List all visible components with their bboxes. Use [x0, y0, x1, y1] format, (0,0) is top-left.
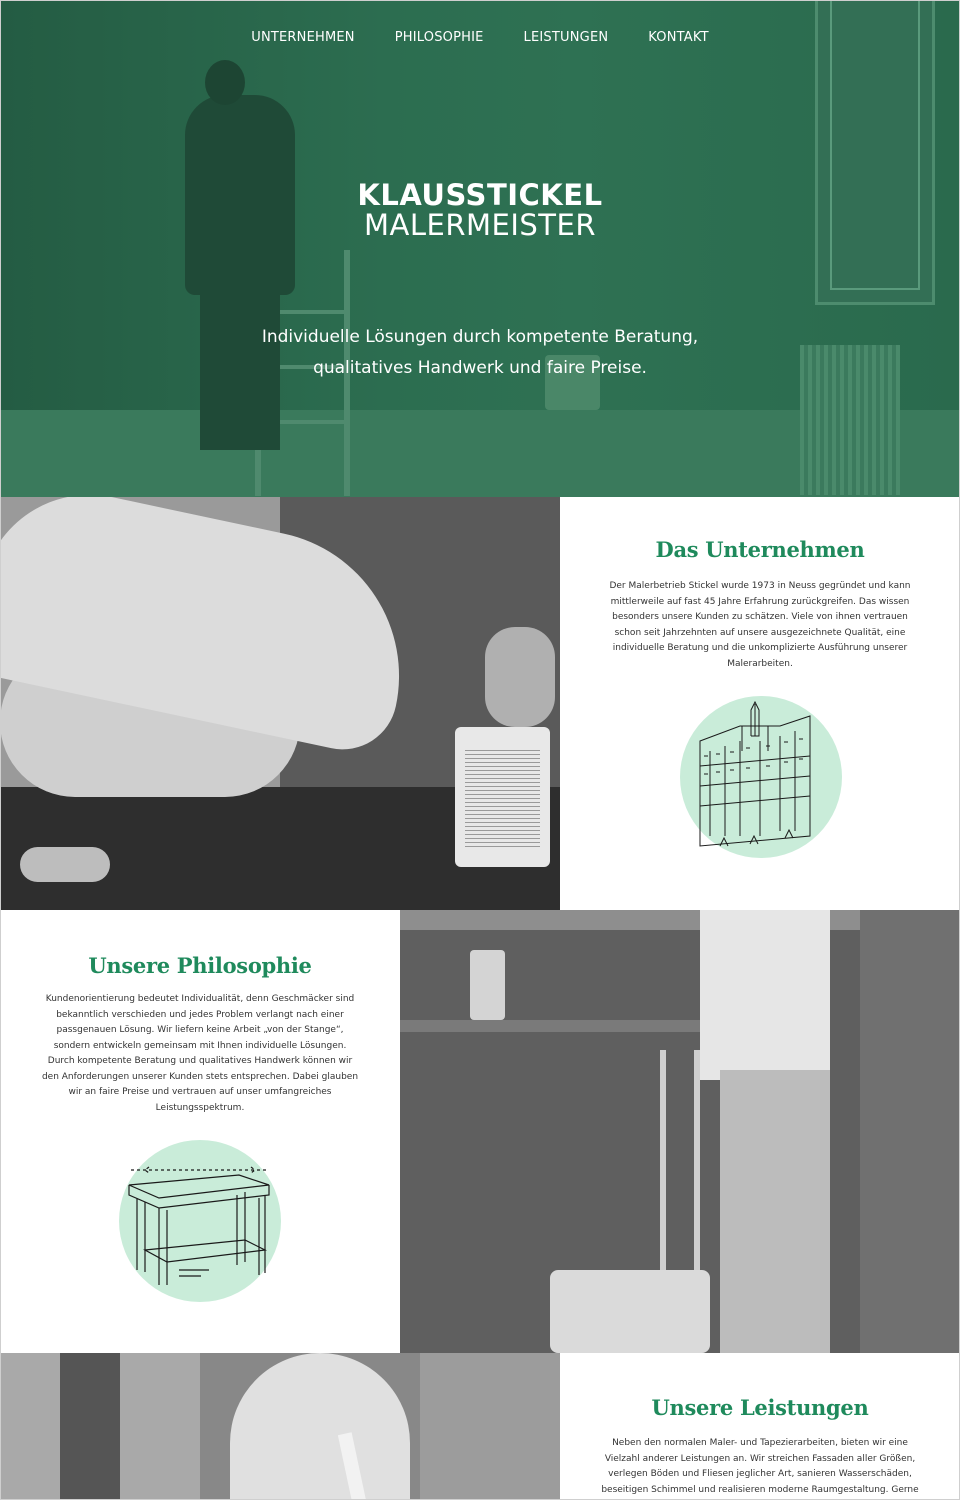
section-title-unternehmen: Das Unternehmen	[655, 537, 865, 562]
section-text-leistungen: Neben den normalen Maler- und Tapezierar…	[601, 1438, 919, 1495]
main-nav: UNTERNEHMEN PHILOSOPHIE LEISTUNGEN KONTA…	[0, 30, 960, 45]
photo-wall-socket	[470, 950, 505, 1020]
brand-logo[interactable]: KLAUSSTICKEL MALERMEISTER	[0, 180, 960, 240]
hero-tagline-line-2: qualitatives Handwerk und faire Preise.	[313, 358, 647, 378]
nav-link-unternehmen[interactable]: UNTERNEHMEN	[251, 30, 355, 45]
photo-shelf	[400, 1020, 720, 1032]
photo-wall	[860, 910, 960, 1353]
photo-paint-can	[455, 727, 550, 867]
city-cathedral-sketch-icon	[680, 696, 842, 858]
nav-link-kontakt[interactable]: KONTAKT	[648, 30, 708, 45]
photo-doorframe	[60, 1353, 120, 1500]
nav-link-philosophie[interactable]: PHILOSOPHIE	[395, 30, 484, 45]
hero-tagline-line-1: Individuelle Lösungen durch kompetente B…	[261, 327, 699, 347]
nav-link-leistungen[interactable]: LEISTUNGEN	[524, 30, 609, 45]
hero-painter-head	[205, 60, 245, 105]
photo-painter-standing	[400, 910, 960, 1353]
brand-subtitle: MALERMEISTER	[364, 208, 596, 242]
photo-painter-brush	[0, 1353, 560, 1500]
section-title-philosophie: Unsere Philosophie	[88, 953, 312, 978]
section-title-leistungen: Unsere Leistungen	[651, 1395, 869, 1420]
hero-section: UNTERNEHMEN PHILOSOPHIE LEISTUNGEN KONTA…	[0, 0, 960, 497]
section-text-philosophie: Kundenorientierung bedeutet Individualit…	[41, 994, 359, 1113]
photo-shoe	[20, 847, 110, 882]
photo-background-right	[420, 1353, 560, 1500]
section-text-unternehmen: Der Malerbetrieb Stickel wurde 1973 in N…	[609, 581, 911, 669]
workbench-sketch-icon	[119, 1140, 281, 1302]
photo-hand	[485, 627, 555, 727]
section-leistungen: Unsere Leistungen Neben den normalen Mal…	[560, 1353, 960, 1500]
photo-bucket-tools	[550, 1270, 710, 1353]
hero-tagline: Individuelle Lösungen durch kompetente B…	[0, 322, 960, 384]
photo-painter-pants	[720, 1070, 830, 1353]
photo-painter-shirt	[230, 1353, 410, 1500]
photo-painter-torso	[700, 910, 830, 1080]
brand-name: KLAUSSTICKEL	[357, 178, 603, 212]
photo-painter-kneeling	[0, 497, 560, 910]
